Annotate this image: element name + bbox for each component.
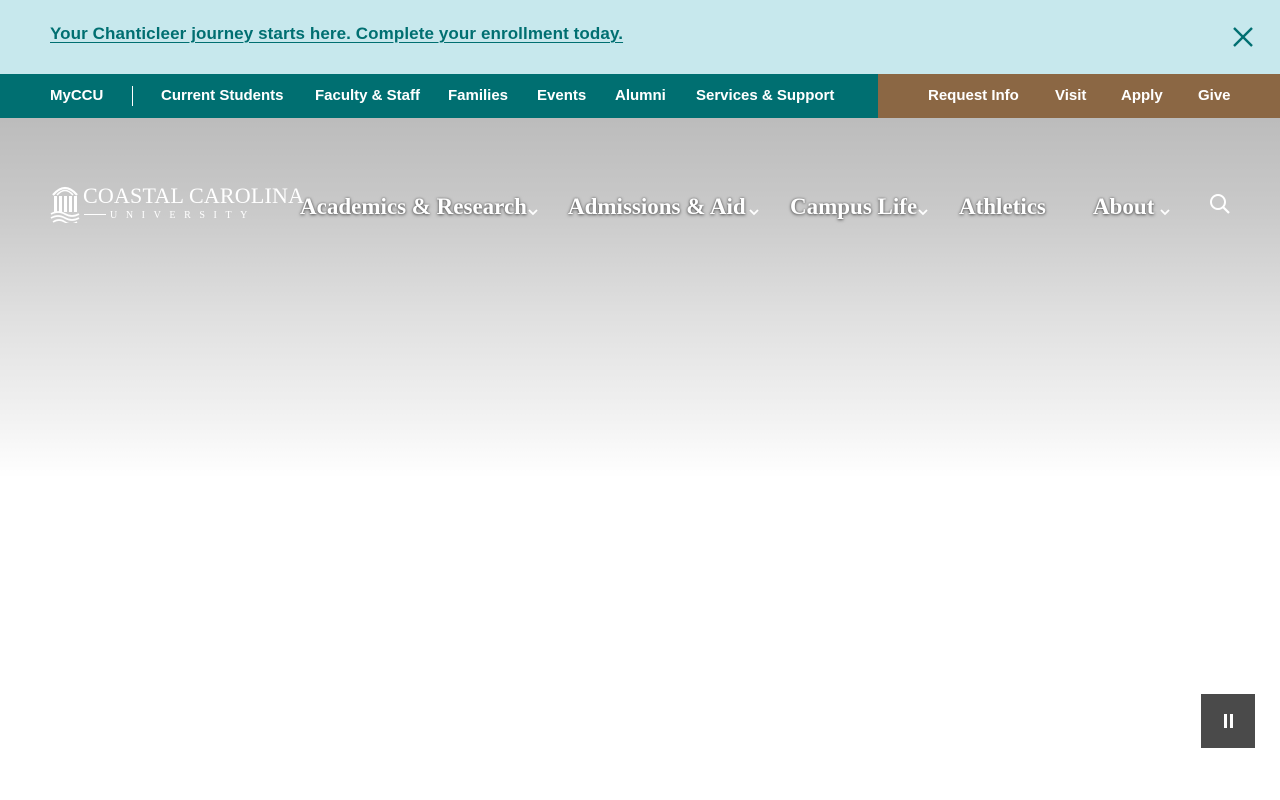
logo-rule-left xyxy=(84,214,106,215)
main-nav-academics-research[interactable]: Academics & Research xyxy=(300,192,527,222)
chevron-down-icon[interactable] xyxy=(1160,203,1170,216)
alert-banner: Your Chanticleer journey starts here. Co… xyxy=(0,0,1280,74)
chevron-down-icon[interactable] xyxy=(749,203,759,216)
utility-link-services-support[interactable]: Services & Support xyxy=(696,87,834,104)
utility-link-families[interactable]: Families xyxy=(448,87,508,104)
utility-link-faculty-staff[interactable]: Faculty & Staff xyxy=(315,87,420,104)
utility-link-visit[interactable]: Visit xyxy=(1055,87,1086,104)
alert-enrollment-link[interactable]: Your Chanticleer journey starts here. Co… xyxy=(50,24,623,44)
utility-link-events[interactable]: Events xyxy=(537,87,586,104)
utility-divider xyxy=(132,86,133,106)
utility-bar: MyCCU Current Students Faculty & Staff F… xyxy=(0,74,1280,118)
search-icon[interactable] xyxy=(1208,192,1232,216)
main-nav-athletics[interactable]: Athletics xyxy=(959,192,1046,222)
pause-button[interactable] xyxy=(1201,694,1255,748)
chevron-down-icon[interactable] xyxy=(528,203,538,216)
utility-nav-actions: Request Info Visit Apply Give xyxy=(878,74,1280,118)
utility-link-apply[interactable]: Apply xyxy=(1121,87,1163,104)
utility-link-myccu[interactable]: MyCCU xyxy=(50,87,103,104)
close-icon[interactable] xyxy=(1230,24,1256,50)
utility-link-give[interactable]: Give xyxy=(1198,87,1231,104)
logo-wordmark: COASTAL CAROLINA xyxy=(83,183,305,208)
logo-subtitle: UNIVERSITY xyxy=(110,210,256,221)
logo-emblem-icon xyxy=(50,186,80,223)
university-logo[interactable]: COASTAL CAROLINA UNIVERSITY xyxy=(50,180,304,224)
utility-link-current-students[interactable]: Current Students xyxy=(161,87,284,104)
utility-link-request-info[interactable]: Request Info xyxy=(928,87,1019,104)
utility-link-alumni[interactable]: Alumni xyxy=(615,87,666,104)
main-nav-admissions-aid[interactable]: Admissions & Aid xyxy=(568,192,746,222)
utility-nav-audiences: MyCCU Current Students Faculty & Staff F… xyxy=(0,74,878,118)
chevron-down-icon[interactable] xyxy=(918,203,928,216)
main-nav-campus-life[interactable]: Campus Life xyxy=(790,192,917,222)
main-nav-about[interactable]: About xyxy=(1093,192,1154,222)
